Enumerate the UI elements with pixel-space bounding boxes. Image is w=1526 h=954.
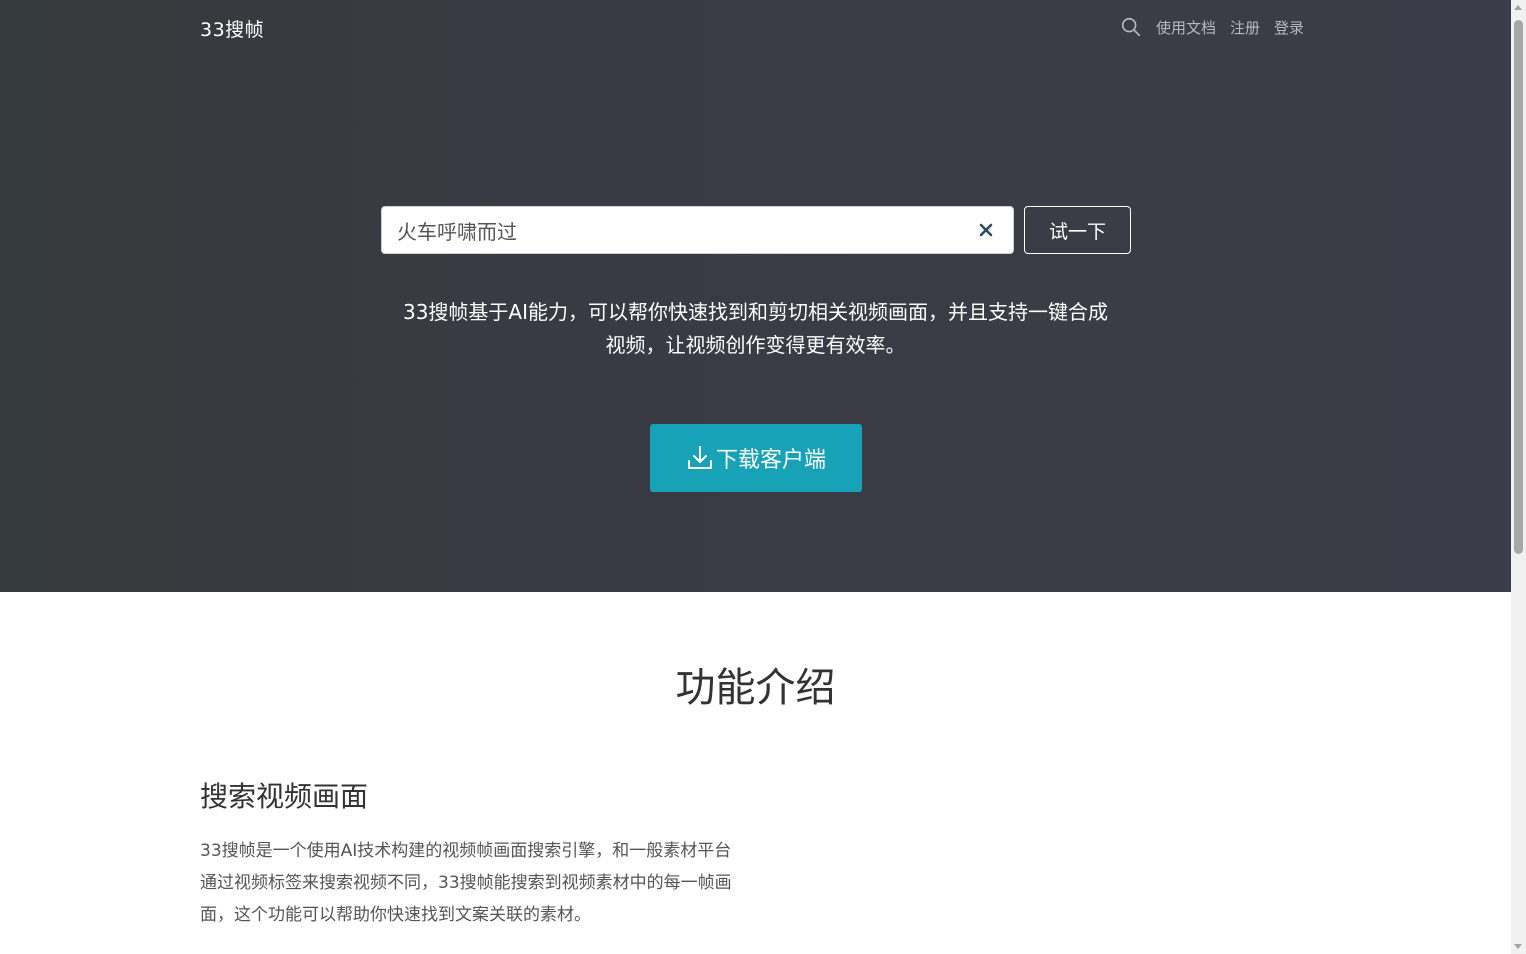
page: 33搜帧 使用文档 注册 登录 火车呼啸而过 试一下 33搜帧基于AI能力，可以… — [0, 0, 1511, 954]
scroll-up-icon[interactable] — [1514, 5, 1522, 10]
nav-link-login[interactable]: 登录 — [1274, 17, 1304, 38]
download-client-button[interactable]: 下载客户端 — [650, 424, 862, 492]
top-nav: 使用文档 注册 登录 — [1120, 16, 1304, 38]
brand-logo[interactable]: 33搜帧 — [200, 15, 264, 42]
try-button[interactable]: 试一下 — [1024, 206, 1131, 254]
download-label: 下载客户端 — [715, 448, 826, 473]
search-icon[interactable] — [1120, 16, 1142, 38]
search-input[interactable] — [382, 207, 962, 253]
scroll-down-icon[interactable] — [1514, 944, 1522, 949]
page-scrollbar[interactable] — [1511, 0, 1526, 954]
hero-section: 33搜帧 使用文档 注册 登录 火车呼啸而过 试一下 33搜帧基于AI能力，可以… — [0, 0, 1511, 592]
feature-text: 33搜帧是一个使用AI技术构建的视频帧画面搜索引擎，和一般素材平台通过视频标签来… — [200, 841, 732, 925]
close-icon[interactable] — [974, 218, 998, 242]
scroll-thumb[interactable] — [1514, 20, 1523, 554]
hero-description: 33搜帧基于AI能力，可以帮你快速找到和剪切相关视频画面，并且支持一键合成视频，… — [402, 300, 1109, 357]
download-icon — [686, 444, 714, 472]
search-box — [381, 206, 1014, 254]
search-row: 试一下 — [381, 206, 1131, 254]
nav-link-docs[interactable]: 使用文档 — [1156, 17, 1216, 38]
nav-link-register[interactable]: 注册 — [1230, 17, 1260, 38]
features-title: 功能介绍 — [675, 665, 836, 711]
feature-heading: 搜索视频画面 — [200, 780, 369, 813]
